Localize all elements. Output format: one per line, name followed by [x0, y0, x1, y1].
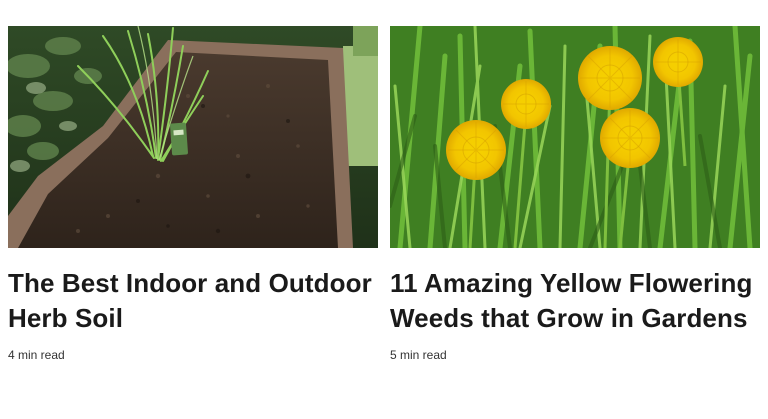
article-grid: The Best Indoor and Outdoor Herb Soil 4 … — [0, 0, 768, 419]
dandelion-image[interactable] — [390, 26, 760, 248]
article-card-herb-soil[interactable]: The Best Indoor and Outdoor Herb Soil 4 … — [8, 26, 378, 363]
soil-planter-image[interactable] — [8, 26, 378, 248]
article-title[interactable]: 11 Amazing Yellow Flowering Weeds that G… — [390, 266, 758, 336]
read-time: 4 min read — [8, 348, 65, 362]
read-time: 5 min read — [390, 348, 447, 362]
article-card-yellow-weeds[interactable]: 11 Amazing Yellow Flowering Weeds that G… — [390, 26, 760, 363]
article-title[interactable]: The Best Indoor and Outdoor Herb Soil — [8, 266, 376, 336]
